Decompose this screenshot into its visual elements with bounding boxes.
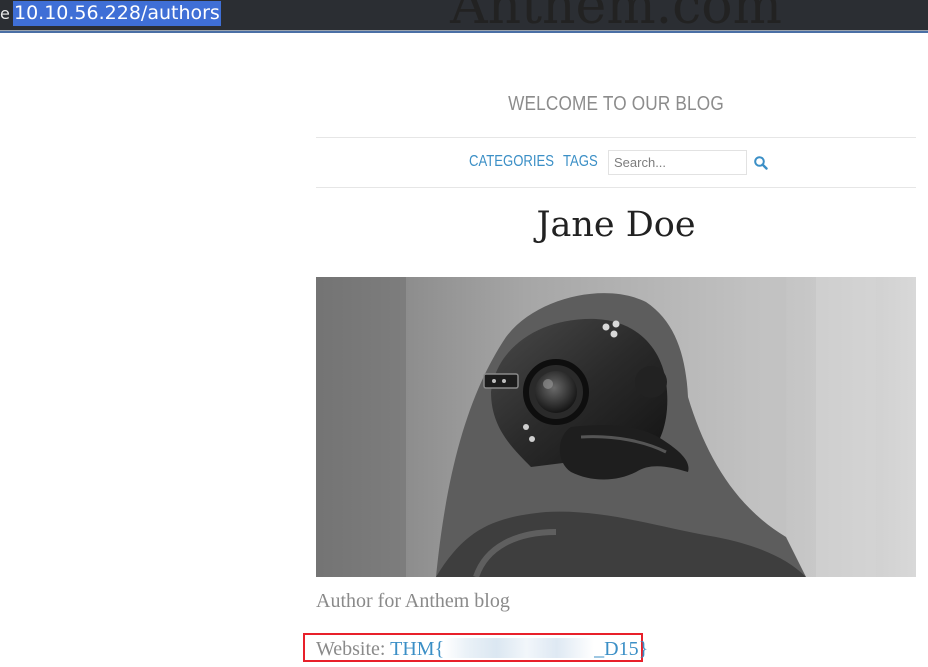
- author-name: Jane Doe: [536, 205, 696, 245]
- author-website-link[interactable]: THM{ _D15}: [390, 638, 648, 660]
- search-input[interactable]: [608, 150, 747, 175]
- nav-tags-link[interactable]: TAGS: [563, 153, 598, 171]
- address-bar-edge-glyph: e: [0, 4, 10, 23]
- site-title[interactable]: Anthem.com: [316, 0, 916, 38]
- main-nav: CATEGORIES TAGS: [316, 137, 916, 188]
- redacted-blur: [444, 638, 595, 658]
- url-text[interactable]: 10.10.56.228/authors: [13, 1, 221, 26]
- site-tagline: WELCOME TO OUR BLOG: [508, 93, 724, 115]
- author-bio: Author for Anthem blog: [316, 590, 510, 612]
- search-icon[interactable]: [753, 155, 769, 171]
- nav-categories-link[interactable]: CATEGORIES: [469, 153, 554, 171]
- plague-doctor-photo-illustration: [316, 277, 916, 577]
- website-suffix: _D15}: [594, 638, 649, 660]
- author-website-row: Website: THM{ _D15}: [316, 638, 648, 661]
- website-label: Website:: [316, 638, 386, 660]
- author-photo: [316, 277, 916, 577]
- site-title-text[interactable]: Anthem.com: [450, 0, 782, 36]
- website-prefix: THM{: [390, 638, 445, 660]
